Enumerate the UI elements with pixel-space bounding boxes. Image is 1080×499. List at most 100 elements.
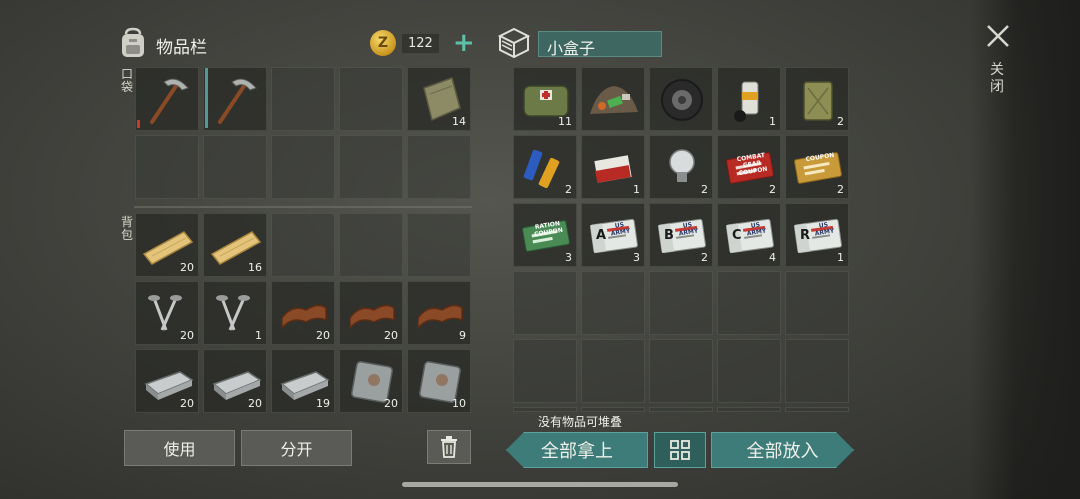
slot-iron-bar[interactable]: 20 bbox=[135, 349, 199, 413]
empty-slot[interactable] bbox=[581, 407, 645, 412]
slot-army-card-c[interactable]: C US ARMY 4 bbox=[717, 203, 781, 267]
empty-slot[interactable] bbox=[271, 213, 335, 277]
home-indicator[interactable] bbox=[402, 482, 678, 487]
slot-army-card-b[interactable]: B US ARMY 2 bbox=[649, 203, 713, 267]
empty-slot[interactable] bbox=[649, 271, 713, 335]
slot-spray-can[interactable]: 1 bbox=[717, 67, 781, 131]
item-count: 2 bbox=[701, 251, 708, 264]
item-count: 1 bbox=[837, 251, 844, 264]
trash-button[interactable] bbox=[427, 430, 471, 464]
slot-plank[interactable]: 20 bbox=[135, 213, 199, 277]
item-count: 3 bbox=[633, 251, 640, 264]
item-count: 20 bbox=[316, 329, 330, 342]
empty-slot[interactable] bbox=[785, 407, 849, 412]
empty-slot[interactable] bbox=[785, 271, 849, 335]
empty-slot[interactable] bbox=[513, 271, 577, 335]
box-icon bbox=[496, 26, 532, 62]
use-button[interactable]: 使用 bbox=[124, 430, 235, 466]
item-count: 3 bbox=[565, 251, 572, 264]
empty-slot[interactable] bbox=[513, 407, 577, 412]
empty-slot[interactable] bbox=[717, 271, 781, 335]
slot-metal-plate[interactable]: 10 bbox=[407, 349, 471, 413]
empty-slot[interactable] bbox=[785, 339, 849, 403]
pocket-label: 口袋 bbox=[120, 67, 133, 94]
close-button[interactable] bbox=[984, 22, 1012, 50]
item-count: 2 bbox=[837, 183, 844, 196]
take-all-button[interactable]: 全部拿上 bbox=[506, 432, 648, 468]
slot-combat-coupon[interactable]: COMBAT GEAR COUPON 2 bbox=[717, 135, 781, 199]
close-label: 关闭 bbox=[990, 62, 1004, 95]
slot-lightbulb[interactable]: 2 bbox=[649, 135, 713, 199]
item-count: 20 bbox=[180, 261, 194, 274]
item-count: 1 bbox=[769, 115, 776, 128]
slot-nails[interactable]: 1 bbox=[203, 281, 267, 345]
item-count: 19 bbox=[316, 397, 330, 410]
slot-cloth[interactable]: 14 bbox=[407, 67, 471, 131]
empty-slot[interactable] bbox=[717, 407, 781, 412]
slot-metal-plate[interactable]: 20 bbox=[339, 349, 403, 413]
empty-slot[interactable] bbox=[581, 271, 645, 335]
trash-icon bbox=[441, 436, 457, 458]
empty-slot[interactable] bbox=[513, 339, 577, 403]
put-all-button[interactable]: 全部放入 bbox=[711, 432, 854, 468]
item-count: 20 bbox=[180, 397, 194, 410]
selected-indicator bbox=[205, 68, 208, 128]
slot-army-card-r[interactable]: R US ARMY 1 bbox=[785, 203, 849, 267]
empty-slot[interactable] bbox=[339, 135, 403, 199]
slot-leather[interactable]: 20 bbox=[339, 281, 403, 345]
slot-coupon-gold[interactable]: COUPON 2 bbox=[785, 135, 849, 199]
slot-pickaxe[interactable] bbox=[203, 67, 267, 131]
empty-slot[interactable] bbox=[407, 135, 471, 199]
item-count: 2 bbox=[701, 183, 708, 196]
split-button[interactable]: 分开 bbox=[241, 430, 352, 466]
slot-pickaxe[interactable] bbox=[135, 67, 199, 131]
item-count: 2 bbox=[837, 115, 844, 128]
empty-slot[interactable] bbox=[203, 135, 267, 199]
empty-slot[interactable] bbox=[271, 135, 335, 199]
item-count: 20 bbox=[384, 329, 398, 342]
box-title: 小盒子 bbox=[538, 31, 662, 58]
item-count: 1 bbox=[633, 183, 640, 196]
sort-button[interactable] bbox=[654, 432, 706, 468]
card-letter: A bbox=[596, 228, 607, 243]
backpack-icon bbox=[118, 27, 148, 63]
close-icon bbox=[987, 25, 1009, 47]
currency-display: Z 122 + bbox=[370, 30, 475, 56]
slot-ration-coupon[interactable]: RATION COUPON 3 bbox=[513, 203, 577, 267]
item-count: 11 bbox=[558, 115, 572, 128]
empty-slot[interactable] bbox=[271, 67, 335, 131]
empty-slot[interactable] bbox=[407, 213, 471, 277]
backpack-label: 背包 bbox=[120, 215, 133, 242]
item-count: 20 bbox=[248, 397, 262, 410]
empty-slot[interactable] bbox=[717, 339, 781, 403]
slot-cigarettes[interactable]: 1 bbox=[581, 135, 645, 199]
item-count: 9 bbox=[459, 329, 466, 342]
inventory-header: 物品栏 bbox=[118, 27, 207, 63]
add-coins-button[interactable]: + bbox=[453, 30, 475, 56]
empty-slot[interactable] bbox=[649, 339, 713, 403]
item-count: 2 bbox=[565, 183, 572, 196]
empty-slot[interactable] bbox=[649, 407, 713, 412]
slot-iron-bar[interactable]: 19 bbox=[271, 349, 335, 413]
item-count: 20 bbox=[180, 329, 194, 342]
empty-slot[interactable] bbox=[135, 135, 199, 199]
empty-slot[interactable] bbox=[581, 339, 645, 403]
slot-jerrycan[interactable]: 2 bbox=[785, 67, 849, 131]
item-count: 2 bbox=[769, 183, 776, 196]
slot-iron-bar[interactable]: 20 bbox=[203, 349, 267, 413]
slot-leather[interactable]: 20 bbox=[271, 281, 335, 345]
box-header: 小盒子 bbox=[496, 26, 662, 62]
coin-amount: 122 bbox=[402, 33, 439, 53]
slot-nails[interactable]: 20 bbox=[135, 281, 199, 345]
slot-medkit-bag[interactable]: 11 bbox=[513, 67, 577, 131]
section-divider bbox=[134, 206, 472, 208]
empty-slot[interactable] bbox=[339, 67, 403, 131]
slot-army-card-a[interactable]: A US ARMY 3 bbox=[581, 203, 645, 267]
slot-leather[interactable]: 9 bbox=[407, 281, 471, 345]
slot-tire[interactable] bbox=[649, 67, 713, 131]
slot-scrap-pile[interactable] bbox=[581, 67, 645, 131]
slot-batteries[interactable]: 2 bbox=[513, 135, 577, 199]
empty-slot[interactable] bbox=[339, 213, 403, 277]
slot-plank[interactable]: 16 bbox=[203, 213, 267, 277]
item-count: 14 bbox=[452, 115, 466, 128]
